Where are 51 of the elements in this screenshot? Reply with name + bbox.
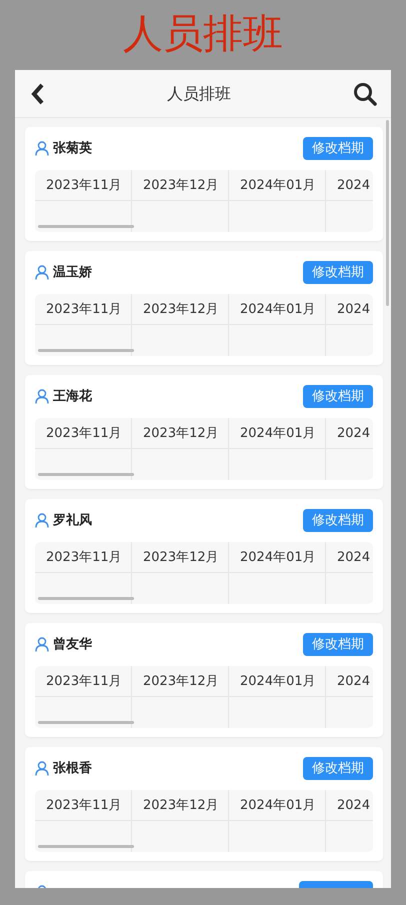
staff-name: 王海花: [53, 388, 92, 406]
month-header: 2023年11月: [35, 790, 132, 821]
month-header: 2024年01月: [229, 666, 326, 697]
scrollbar[interactable]: [38, 597, 134, 600]
month-header: 2024年01月: [229, 790, 326, 821]
month-header: 2023年12月: [132, 418, 229, 449]
edit-schedule-button[interactable]: 修改档期: [303, 261, 373, 284]
month-header: 2023年11月: [35, 294, 132, 325]
edit-schedule-button[interactable]: 修改档期: [303, 137, 373, 160]
month-header: 2023年11月: [35, 170, 132, 201]
month-header: 2024年01月: [229, 294, 326, 325]
scrollbar[interactable]: [38, 225, 134, 228]
page-title: 人员排班: [122, 10, 284, 59]
staff-name: 曾友华: [53, 636, 92, 654]
person-icon: [35, 513, 49, 528]
edit-schedule-button[interactable]: 修改档期: [303, 509, 373, 532]
month-header: 2023年11月: [35, 418, 132, 449]
staff-name: 张根香: [53, 760, 92, 778]
person-icon: [35, 761, 49, 776]
month-header: 2024年01月: [229, 542, 326, 573]
month-header: 2024年01月: [229, 170, 326, 201]
staff-name: 张菊英: [53, 140, 92, 158]
person-icon: [35, 637, 49, 652]
month-header: 2023年11月: [35, 542, 132, 573]
month-header: 2024: [326, 666, 373, 697]
edit-schedule-button[interactable]: 修改档期: [303, 633, 373, 656]
person-icon: [35, 265, 49, 280]
scrollbar[interactable]: [38, 473, 134, 476]
month-header: 2023年12月: [132, 170, 229, 201]
staff-name: 罗礼风: [53, 512, 92, 530]
back-icon[interactable]: [31, 82, 45, 104]
scrollbar[interactable]: [38, 349, 134, 352]
month-header: 2024: [326, 418, 373, 449]
scrollbar[interactable]: [38, 721, 134, 724]
edit-schedule-button[interactable]: 修改档期: [303, 385, 373, 408]
month-header: 2024: [326, 542, 373, 573]
month-header: 2023年11月: [35, 666, 132, 697]
scrollbar[interactable]: [386, 120, 389, 306]
month-header: 2023年12月: [132, 294, 229, 325]
person-icon: [35, 141, 49, 156]
scrollbar[interactable]: [38, 845, 134, 848]
staff-name: 温玉娇: [53, 264, 92, 282]
month-header: 2023年12月: [132, 790, 229, 821]
month-header: 2024: [326, 790, 373, 821]
search-icon[interactable]: [353, 82, 377, 106]
header-title: 人员排班: [167, 82, 231, 104]
month-header: 2024年01月: [229, 418, 326, 449]
month-header: 2023年12月: [132, 542, 229, 573]
month-header: 2023年12月: [132, 666, 229, 697]
person-icon: [35, 389, 49, 404]
edit-schedule-button[interactable]: 修改档期: [303, 757, 373, 780]
